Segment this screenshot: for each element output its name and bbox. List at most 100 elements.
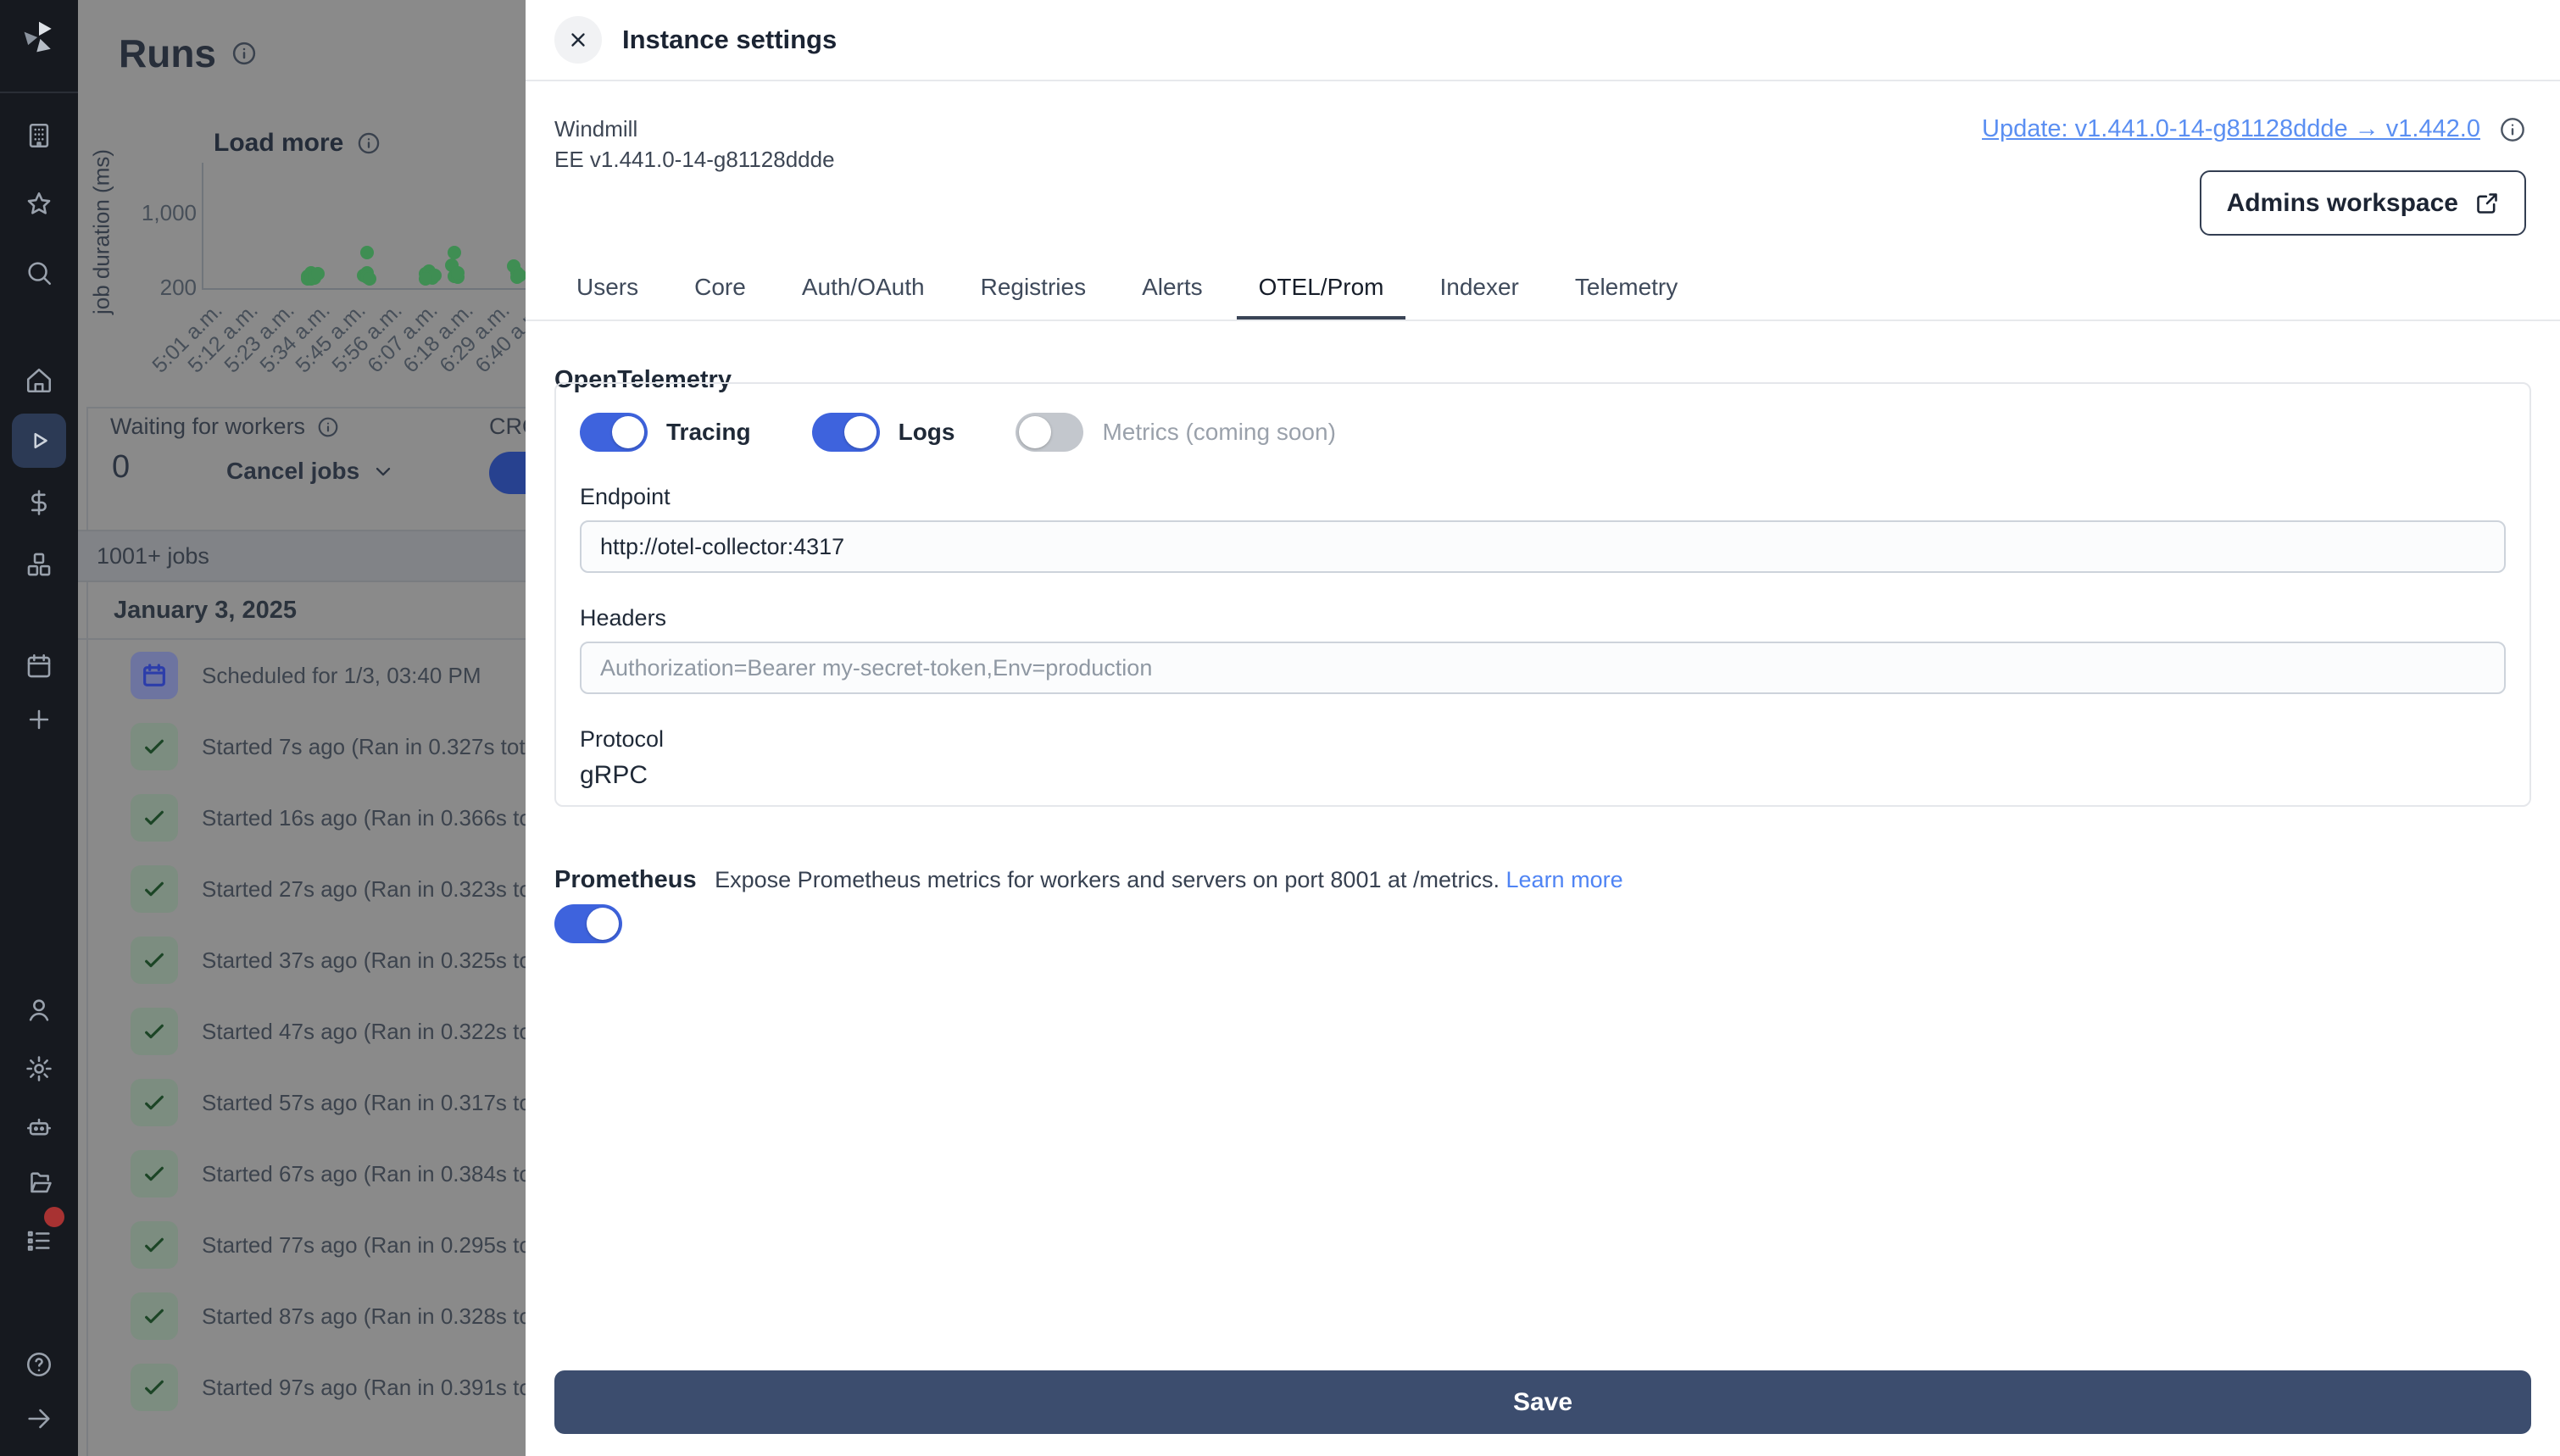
cancel-jobs-button[interactable]: Cancel jobs: [226, 458, 395, 485]
y-tick-200: 200: [159, 275, 197, 300]
sidebar: [0, 0, 78, 1456]
job-row-text: Started 97s ago (Ran in 0.391s total): [202, 1374, 526, 1400]
sidebar-item-audit-logs[interactable]: [0, 1217, 78, 1264]
sidebar-item-settings[interactable]: [0, 1045, 78, 1092]
success-badge: [131, 1364, 178, 1411]
check-icon: [145, 1309, 164, 1324]
close-button[interactable]: [554, 16, 602, 64]
tab-core[interactable]: Core: [672, 254, 768, 320]
job-row-text: Started 16s ago (Ran in 0.366s total): [202, 804, 526, 831]
opentelemetry-panel: Tracing Logs Metrics (coming soon) Endpoin…: [554, 382, 2531, 807]
calendar-icon: [27, 653, 51, 678]
otel-toggles: Tracing Logs Metrics (coming soon): [580, 413, 2506, 452]
scatter-point: [363, 271, 377, 286]
job-list: Scheduled for 1/3, 03:40 PM Started 7s ag…: [78, 640, 526, 1423]
prometheus-section: Prometheus Expose Prometheus metrics for…: [554, 866, 2526, 894]
prometheus-toggle[interactable]: [554, 904, 622, 943]
save-button[interactable]: Save: [554, 1370, 2531, 1434]
chart-y-axis-label: job duration (ms): [88, 148, 114, 315]
sidebar-item-favorites[interactable]: [0, 181, 78, 228]
toggle-label: Tracing: [666, 419, 751, 445]
job-row[interactable]: Started 47s ago (Ran in 0.322s total): [78, 996, 526, 1067]
runs-page-background: Runs Load more job duration (ms) 1,000 2…: [78, 0, 526, 1456]
sidebar-item-folders[interactable]: [0, 1159, 78, 1207]
toggle-group-tracing: Tracing: [580, 413, 751, 452]
check-icon: [145, 1024, 164, 1039]
sidebar-item-users[interactable]: [0, 986, 78, 1034]
tab-auth-oauth[interactable]: Auth/OAuth: [780, 254, 947, 320]
tab-alerts[interactable]: Alerts: [1120, 254, 1225, 320]
job-row[interactable]: Scheduled for 1/3, 03:40 PM: [78, 640, 526, 711]
tab-telemetry[interactable]: Telemetry: [1553, 254, 1700, 320]
job-row[interactable]: Started 16s ago (Ran in 0.366s total): [78, 782, 526, 853]
toggle-tracing[interactable]: [580, 413, 648, 452]
prometheus-description: Expose Prometheus metrics for workers an…: [715, 867, 1500, 892]
star-icon: [27, 192, 51, 214]
sidebar-item-search[interactable]: [0, 249, 78, 297]
check-icon: [145, 1380, 164, 1395]
sidebar-item-collapse[interactable]: [0, 1395, 78, 1442]
success-badge: [131, 1079, 178, 1126]
job-row-text: Started 7s ago (Ran in 0.327s total): [202, 733, 526, 759]
version-string: EE v1.441.0-14-g81128ddde: [554, 147, 835, 172]
headers-input[interactable]: [580, 642, 2506, 694]
notification-dot: [44, 1207, 64, 1227]
app-screen: Runs Load more job duration (ms) 1,000 2…: [0, 0, 2560, 1456]
success-badge: [131, 1008, 178, 1055]
version-block: Windmill EE v1.441.0-14-g81128ddde: [554, 114, 835, 175]
load-more-button[interactable]: Load more: [214, 129, 381, 158]
job-row-text: Started 87s ago (Ran in 0.328s total): [202, 1303, 526, 1329]
job-row[interactable]: Started 97s ago (Ran in 0.391s total): [78, 1352, 526, 1423]
windmill-logo-icon[interactable]: [0, 19, 78, 56]
sidebar-item-workers[interactable]: [0, 1103, 78, 1150]
job-row[interactable]: Started 7s ago (Ran in 0.327s total): [78, 711, 526, 782]
waiting-info-icon[interactable]: [317, 416, 339, 438]
toggle-logs[interactable]: [811, 413, 880, 452]
check-icon: [145, 881, 164, 897]
date-header: January 3, 2025: [78, 582, 526, 640]
job-row[interactable]: Started 27s ago (Ran in 0.323s total): [78, 853, 526, 925]
tabs: Users Core Auth/OAuth Registries Alerts OTEL/…: [554, 254, 2560, 321]
scatter-point: [513, 268, 526, 282]
success-badge: [131, 723, 178, 770]
sidebar-item-help[interactable]: [0, 1341, 78, 1388]
success-badge: [131, 936, 178, 984]
success-badge: [131, 1221, 178, 1269]
scatter-point: [448, 246, 462, 260]
sidebar-item-add[interactable]: [0, 696, 78, 743]
job-row-text: Started 27s ago (Ran in 0.323s total): [202, 875, 526, 902]
instance-settings-modal: Instance settings Windmill EE v1.441.0-1…: [526, 0, 2560, 1456]
sidebar-item-resources[interactable]: [0, 541, 78, 588]
tab-indexer[interactable]: Indexer: [1417, 254, 1540, 320]
endpoint-input[interactable]: [580, 520, 2506, 573]
job-row[interactable]: Started 37s ago (Ran in 0.325s total): [78, 925, 526, 996]
background-toggle[interactable]: [489, 452, 526, 494]
tab-otel-prom[interactable]: OTEL/Prom: [1236, 254, 1406, 321]
load-more-info-icon[interactable]: [357, 131, 381, 155]
learn-more-link[interactable]: Learn more: [1506, 867, 1623, 892]
tab-users[interactable]: Users: [554, 254, 660, 320]
check-icon: [145, 1095, 164, 1110]
update-row: Update: v1.441.0-14-g81128ddde → v1.442.…: [1982, 115, 2526, 143]
modal-header: Instance settings: [526, 0, 2560, 81]
sidebar-item-variables[interactable]: [0, 479, 78, 526]
sidebar-item-schedules[interactable]: [0, 642, 78, 690]
admins-workspace-button[interactable]: Admins workspace: [2199, 170, 2526, 236]
sidebar-item-workspace[interactable]: [0, 112, 78, 159]
update-info-icon[interactable]: [2499, 116, 2526, 143]
job-row[interactable]: Started 77s ago (Ran in 0.295s total): [78, 1209, 526, 1281]
job-row[interactable]: Started 57s ago (Ran in 0.317s total): [78, 1067, 526, 1138]
sidebar-item-runs[interactable]: [12, 414, 66, 468]
jobs-count-band: 1001+ jobs: [78, 530, 526, 582]
job-row[interactable]: Started 87s ago (Ran in 0.328s total): [78, 1281, 526, 1352]
runs-info-icon[interactable]: [231, 41, 257, 66]
update-link[interactable]: Update: v1.441.0-14-g81128ddde → v1.442.…: [1982, 115, 2480, 143]
success-badge: [131, 1150, 178, 1198]
job-row[interactable]: Started 67s ago (Ran in 0.384s total): [78, 1138, 526, 1209]
success-badge: [131, 794, 178, 842]
page-title: Runs: [119, 31, 216, 75]
dollar-icon: [31, 490, 47, 515]
sidebar-item-home[interactable]: [0, 357, 78, 404]
toggle-metrics-coming-soon: [1016, 413, 1084, 452]
tab-registries[interactable]: Registries: [959, 254, 1108, 320]
